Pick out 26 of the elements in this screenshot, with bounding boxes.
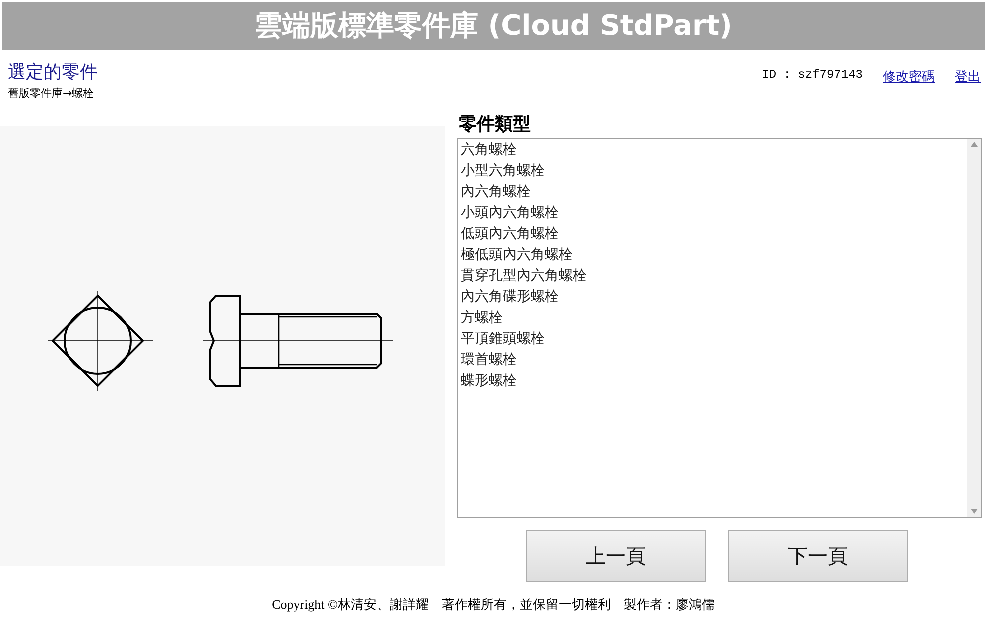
part-type-list[interactable]: 六角螺栓 小型六角螺栓 內六角螺栓 小頭內六角螺栓 低頭內六角螺栓 極低頭內六角螺栓 貫穿孔型內六角螺栓 內六角碟形螺栓 方螺栓 平頂錐頭螺栓 環首螺栓 蝶形螺栓: [457, 138, 982, 518]
list-item[interactable]: 內六角螺栓: [461, 182, 531, 203]
list-item[interactable]: 方螺栓: [461, 308, 503, 329]
list-item[interactable]: 小型六角螺栓: [461, 161, 545, 182]
list-item[interactable]: 蝶形螺栓: [461, 371, 517, 392]
list-item[interactable]: 內六角碟形螺栓: [461, 287, 559, 308]
page-title: 雲端版標準零件庫 (Cloud StdPart): [0, 0, 987, 52]
page-button[interactable]: 下一頁: [728, 530, 908, 582]
list-item[interactable]: 六角螺栓: [461, 140, 517, 161]
section-title: 選定的零件: [8, 61, 98, 84]
list-item[interactable]: 極低頭內六角螺栓: [461, 245, 573, 266]
user-id: ID : szf797143: [762, 68, 863, 82]
scroll-up-icon[interactable]: [970, 142, 978, 147]
list-item[interactable]: 低頭內六角螺栓: [461, 224, 559, 245]
account-link[interactable]: 登出: [955, 68, 981, 86]
breadcrumb: 舊版零件庫→螺栓: [8, 86, 96, 101]
copyright-text: Copyright ©林清安、謝詳耀 著作權所有，並保留一切權利 製作者：廖鴻儒: [272, 597, 715, 612]
scrollbar[interactable]: [967, 139, 981, 517]
scroll-down-icon[interactable]: [970, 509, 978, 514]
list-item[interactable]: 平頂錐頭螺栓: [461, 329, 545, 350]
list-item[interactable]: 貫穿孔型內六角螺栓: [461, 266, 587, 287]
list-title: 零件類型: [458, 113, 532, 137]
account-link[interactable]: 修改密碼: [883, 68, 935, 86]
list-item[interactable]: 小頭內六角螺栓: [461, 203, 559, 224]
page-button[interactable]: 上一頁: [526, 530, 706, 582]
list-item[interactable]: 環首螺栓: [461, 350, 517, 371]
